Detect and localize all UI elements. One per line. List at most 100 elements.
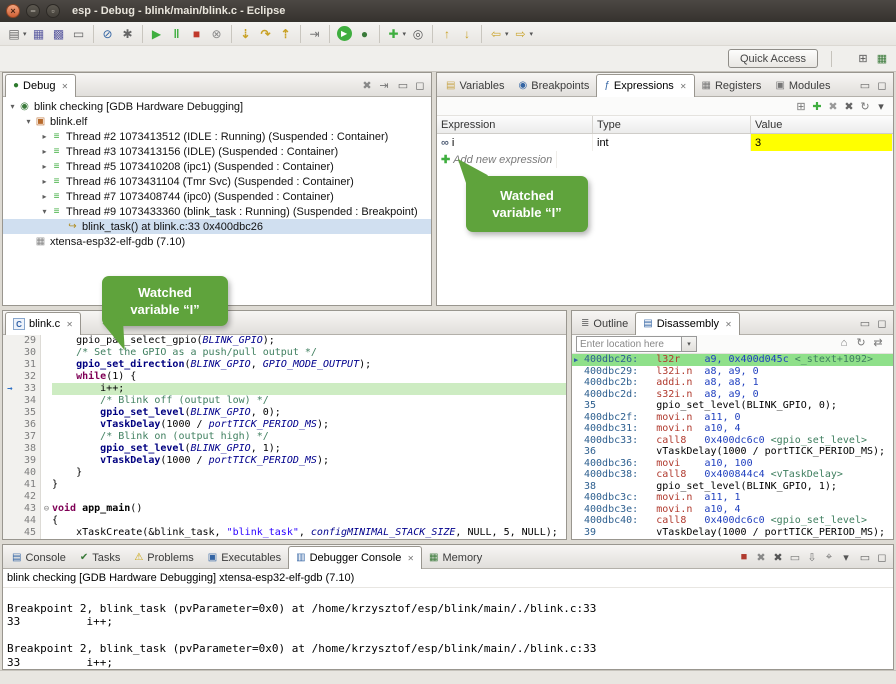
location-combo[interactable]: Enter location here ▾ bbox=[576, 336, 697, 352]
tab-variables[interactable]: ▤Variables bbox=[439, 75, 512, 96]
save-button[interactable]: ▦ bbox=[30, 25, 48, 43]
tab-debugger-console[interactable]: ▥Debugger Console✕ bbox=[288, 546, 422, 569]
pin-console-icon[interactable]: ⌖ bbox=[821, 549, 837, 565]
disassembly-line[interactable]: 400dbc2d: s32i.n a8, a9, 0 bbox=[572, 389, 893, 401]
debug-tree[interactable]: ▾◉blink checking [GDB Hardware Debugging… bbox=[3, 97, 431, 305]
back-button[interactable]: ⇦ bbox=[487, 25, 505, 43]
expander-icon[interactable]: ▾ bbox=[23, 117, 34, 126]
column-header-value[interactable]: Value bbox=[751, 116, 893, 133]
close-icon[interactable]: ✕ bbox=[407, 554, 414, 563]
close-icon[interactable]: ✕ bbox=[725, 320, 732, 329]
debug-button[interactable]: ● bbox=[356, 25, 374, 43]
editor-line[interactable]: 39 vTaskDelay(1000 / portTICK_PERIOD_MS)… bbox=[3, 455, 566, 467]
step-return-button[interactable]: ⇡ bbox=[277, 25, 295, 43]
forward-dropdown-icon[interactable]: ▾ bbox=[530, 30, 534, 38]
back-dropdown-icon[interactable]: ▾ bbox=[505, 30, 509, 38]
editor-line[interactable]: 43⊖void app_main() bbox=[3, 503, 566, 515]
tab-memory[interactable]: ▦Memory bbox=[422, 547, 489, 568]
previous-annotation-button[interactable]: ↑ bbox=[438, 25, 456, 43]
editor-line[interactable]: 35 gpio_set_level(BLINK_GPIO, 0); bbox=[3, 407, 566, 419]
location-input[interactable]: Enter location here bbox=[576, 336, 682, 352]
disassembly-line[interactable]: 400dbc3e: movi.n a10, 4 bbox=[572, 504, 893, 516]
debugger-console-output[interactable]: blink checking [GDB Hardware Debugging] … bbox=[3, 569, 893, 669]
remove-all-launches-icon[interactable]: ✖ bbox=[770, 549, 786, 565]
step-into-button[interactable]: ⇣ bbox=[237, 25, 255, 43]
debug-perspective-button[interactable]: ▦ bbox=[874, 50, 890, 66]
forward-button[interactable]: ⇨ bbox=[512, 25, 530, 43]
debug-tree-row[interactable]: ▸≡Thread #2 1073413512 (IDLE : Running) … bbox=[3, 129, 431, 144]
disassembly-line[interactable]: 400dbc29: l32i.n a8, a9, 0 bbox=[572, 366, 893, 378]
editor-line[interactable]: 36 vTaskDelay(1000 / portTICK_PERIOD_MS)… bbox=[3, 419, 566, 431]
minimize-view-icon[interactable]: ▭ bbox=[395, 77, 411, 93]
maximize-view-icon[interactable]: ◻ bbox=[874, 77, 890, 93]
close-icon[interactable]: ✕ bbox=[66, 320, 73, 329]
disassembly-line[interactable]: 400dbc31: movi.n a10, 4 bbox=[572, 423, 893, 435]
close-icon[interactable]: ✕ bbox=[61, 82, 68, 91]
editor-line[interactable]: 30 /* Set the GPIO as a push/pull output… bbox=[3, 347, 566, 359]
debug-tree-row[interactable]: ▾◉blink checking [GDB Hardware Debugging… bbox=[3, 99, 431, 114]
editor-line[interactable]: 37 /* Blink on (output high) */ bbox=[3, 431, 566, 443]
tab-blink-c[interactable]: C blink.c ✕ bbox=[5, 312, 81, 335]
view-menu-icon[interactable]: ▾ bbox=[873, 98, 889, 114]
tab-console[interactable]: ▤Console bbox=[5, 547, 73, 568]
tab-disassembly[interactable]: ▤Disassembly✕ bbox=[635, 312, 740, 335]
column-header-type[interactable]: Type bbox=[593, 116, 751, 133]
remove-expression-icon[interactable]: ✖ bbox=[825, 98, 841, 114]
debug-tree-row[interactable]: ▾▣blink.elf bbox=[3, 114, 431, 129]
print-button[interactable]: ▭ bbox=[70, 25, 88, 43]
close-icon[interactable]: ✕ bbox=[680, 82, 687, 91]
suspend-button[interactable]: ‖ bbox=[168, 25, 186, 43]
expander-icon[interactable]: ▸ bbox=[39, 162, 50, 171]
debug-tree-row[interactable]: ↪blink_task() at blink.c:33 0x400dbc26 bbox=[3, 219, 431, 234]
new-cpp-wizard-dropdown-icon[interactable]: ▾ bbox=[403, 30, 407, 38]
quick-access-button[interactable]: Quick Access bbox=[728, 49, 818, 68]
step-over-button[interactable]: ↷ bbox=[257, 25, 275, 43]
refresh-view-icon[interactable]: ↻ bbox=[853, 335, 869, 351]
debug-tree-row[interactable]: ▸≡Thread #6 1073431104 (Tmr Svc) (Suspen… bbox=[3, 174, 431, 189]
disassembly-line[interactable]: 35 gpio_set_level(BLINK_GPIO, 0); bbox=[572, 400, 893, 412]
debug-tree-row[interactable]: ▸≡Thread #5 1073410208 (ipc1) (Suspended… bbox=[3, 159, 431, 174]
disassembly-line[interactable]: 39 vTaskDelay(1000 / portTICK_PERIOD_MS)… bbox=[572, 527, 893, 539]
expander-icon[interactable]: ▾ bbox=[7, 102, 18, 111]
editor-line[interactable]: →33 i++; bbox=[3, 383, 566, 395]
disassembly-line[interactable]: 400dbc38: call8 0x400844c4 <vTaskDelay> bbox=[572, 469, 893, 481]
expander-icon[interactable]: ▸ bbox=[39, 192, 50, 201]
disassembly-line[interactable]: 400dbc40: call8 0x400dc6c0 <gpio_set_lev… bbox=[572, 515, 893, 527]
tab-tasks[interactable]: ✔Tasks bbox=[73, 547, 128, 568]
disassembly-line[interactable]: 36 vTaskDelay(1000 / portTICK_PERIOD_MS)… bbox=[572, 446, 893, 458]
console-menu-icon[interactable]: ▾ bbox=[838, 549, 854, 565]
tab-registers[interactable]: ▦Registers bbox=[695, 75, 769, 96]
scroll-lock-icon[interactable]: ⇩ bbox=[804, 549, 820, 565]
disassembly-line[interactable]: 400dbc36: movi a10, 100 bbox=[572, 458, 893, 470]
editor-line[interactable]: 38 gpio_set_level(BLINK_GPIO, 1); bbox=[3, 443, 566, 455]
editor-line[interactable]: 41} bbox=[3, 479, 566, 491]
expression-row[interactable]: ∞iint3 bbox=[437, 134, 893, 151]
editor-line[interactable]: 31 gpio_set_direction(BLINK_GPIO, GPIO_M… bbox=[3, 359, 566, 371]
editor-line[interactable]: 45 xTaskCreate(&blink_task, "blink_task"… bbox=[3, 527, 566, 539]
maximize-view-icon[interactable]: ◻ bbox=[874, 549, 890, 565]
expander-icon[interactable]: ▸ bbox=[39, 177, 50, 186]
chevron-down-icon[interactable]: ▾ bbox=[682, 336, 697, 352]
show-type-names-icon[interactable]: ⊞ bbox=[793, 98, 809, 114]
tab-executables[interactable]: ▣Executables bbox=[201, 547, 288, 568]
maximize-view-icon[interactable]: ◻ bbox=[412, 77, 428, 93]
clear-console-icon[interactable]: ▭ bbox=[787, 549, 803, 565]
column-header-expression[interactable]: Expression bbox=[437, 116, 593, 133]
new-button[interactable]: ▤ bbox=[5, 25, 23, 43]
new-cpp-wizard-button[interactable]: ✚ bbox=[385, 25, 403, 43]
disassembly-line[interactable]: 400dbc3c: movi.n a11, 1 bbox=[572, 492, 893, 504]
editor-line[interactable]: 40 } bbox=[3, 467, 566, 479]
disassembly-listing[interactable]: ▶400dbc26: l32r a9, 0x400d045c <_stext+1… bbox=[572, 354, 893, 539]
editor-line[interactable]: 32 while(1) { bbox=[3, 371, 566, 383]
expander-icon[interactable]: ▾ bbox=[39, 207, 50, 216]
editor-line[interactable]: 34 /* Blink off (output low) */ bbox=[3, 395, 566, 407]
add-expression-row[interactable]: ✚Add new expression bbox=[437, 151, 893, 168]
minimize-view-icon[interactable]: ▭ bbox=[857, 315, 873, 331]
editor-line[interactable]: 44{ bbox=[3, 515, 566, 527]
code-editor[interactable]: 29 gpio_pad_select_gpio(BLINK_GPIO);30 /… bbox=[3, 335, 566, 539]
window-maximize-button[interactable]: ▫ bbox=[46, 4, 60, 18]
disassembly-line[interactable]: 400dbc2f: movi.n a11, 0 bbox=[572, 412, 893, 424]
run-button[interactable]: ▶ bbox=[337, 26, 352, 41]
editor-line[interactable]: 42 bbox=[3, 491, 566, 503]
tab-debug[interactable]: ● Debug ✕ bbox=[5, 74, 76, 97]
